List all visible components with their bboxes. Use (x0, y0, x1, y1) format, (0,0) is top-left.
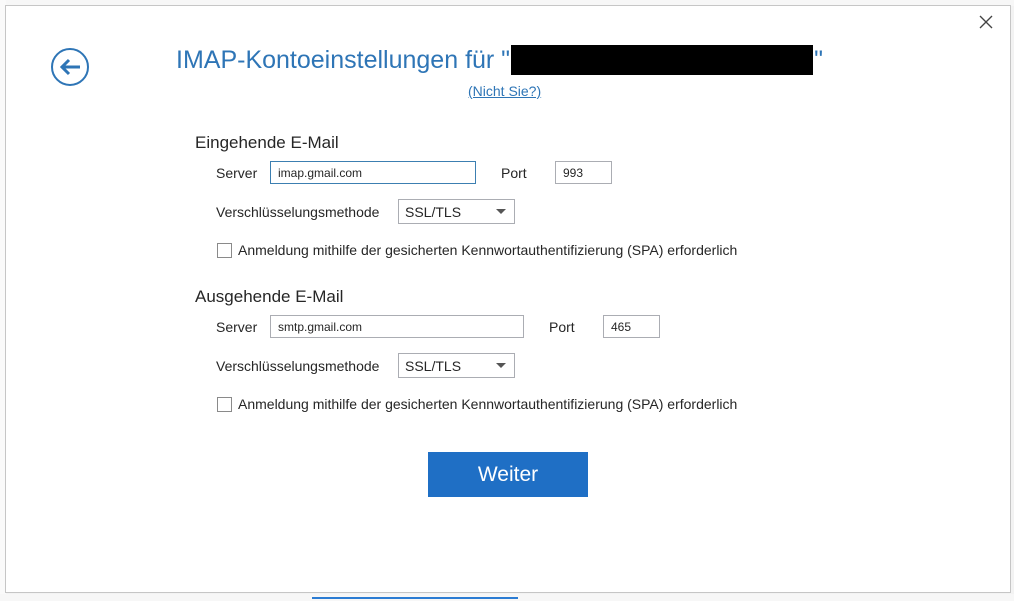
chevron-down-icon (496, 363, 506, 368)
outgoing-port-input[interactable] (603, 315, 660, 338)
incoming-spa-label: Anmeldung mithilfe der gesicherten Kennw… (238, 242, 738, 258)
incoming-port-label: Port (501, 165, 527, 181)
chevron-down-icon (496, 209, 506, 214)
incoming-encryption-label: Verschlüsselungsmethode (216, 204, 380, 220)
incoming-encryption-value: SSL/TLS (405, 204, 462, 220)
dialog-title-prefix: IMAP-Kontoeinstellungen für " (176, 45, 511, 74)
background-link-underline (312, 597, 518, 599)
outgoing-spa-label: Anmeldung mithilfe der gesicherten Kennw… (238, 396, 738, 412)
close-icon (979, 15, 993, 29)
incoming-server-label: Server (216, 165, 258, 181)
close-button[interactable] (978, 14, 994, 30)
incoming-encryption-select[interactable]: SSL/TLS (398, 199, 515, 224)
incoming-spa-checkbox[interactable] (217, 243, 232, 258)
next-button[interactable]: Weiter (428, 452, 588, 497)
outgoing-spa-checkbox[interactable] (217, 397, 232, 412)
redacted-email (511, 45, 814, 75)
dialog-title-suffix: " (814, 45, 823, 74)
incoming-heading: Eingehende E-Mail (195, 133, 339, 152)
outgoing-server-input[interactable] (270, 315, 524, 338)
imap-settings-dialog: IMAP-Kontoeinstellungen für " " (Nicht S… (5, 5, 1011, 593)
incoming-server-input[interactable] (270, 161, 476, 184)
incoming-port-input[interactable] (555, 161, 612, 184)
outgoing-encryption-label: Verschlüsselungsmethode (216, 358, 380, 374)
outgoing-server-label: Server (216, 319, 258, 335)
back-button[interactable] (51, 48, 89, 86)
not-you-link[interactable]: (Nicht Sie?) (468, 83, 541, 99)
outgoing-heading: Ausgehende E-Mail (195, 287, 344, 306)
outgoing-port-label: Port (549, 319, 575, 335)
arrow-left-icon (60, 58, 80, 76)
outgoing-encryption-select[interactable]: SSL/TLS (398, 353, 515, 378)
dialog-title: IMAP-Kontoeinstellungen für " " (176, 42, 823, 78)
outgoing-encryption-value: SSL/TLS (405, 358, 462, 374)
